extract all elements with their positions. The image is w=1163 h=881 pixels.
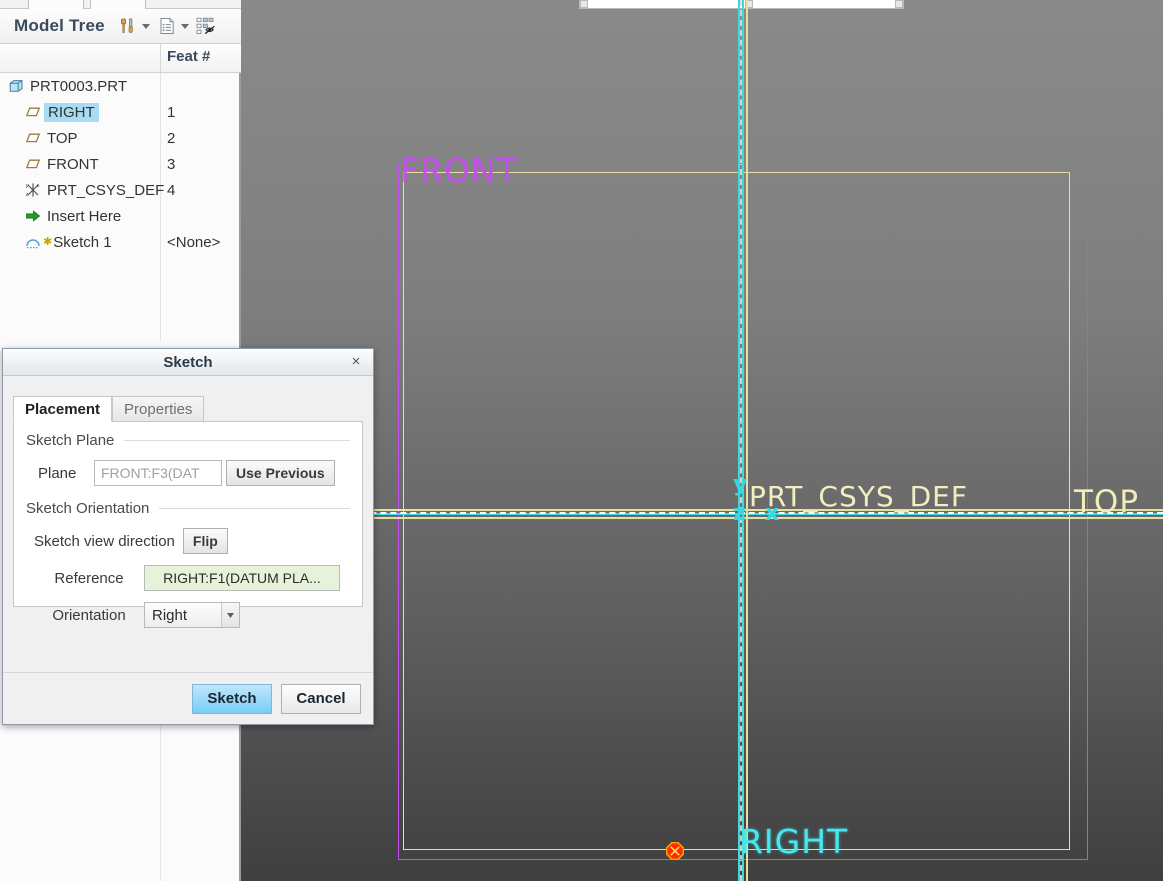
sketch-plane-group-title: Sketch Plane [26, 432, 350, 449]
panel-tab-stub-1[interactable] [28, 0, 84, 9]
tree-item-sketch1[interactable]: ✱ Sketch 1 <None> [0, 229, 241, 255]
axis-y-label: y [733, 472, 748, 497]
panel-tab-stub-2[interactable] [90, 0, 146, 9]
model-tree-title: Model Tree [14, 16, 105, 35]
tree-item-csys[interactable]: y z x PRT_CSYS_DEF 4 [0, 177, 241, 203]
tree-item-feat: 2 [167, 129, 176, 147]
tree-item-insert-here[interactable]: Insert Here [0, 203, 241, 229]
right-datum-plane-edge-a[interactable] [738, 0, 740, 881]
sketch-dialog-footer: Sketch Cancel [3, 672, 373, 724]
tab-properties[interactable]: Properties [112, 396, 205, 422]
tree-item-feat: 1 [167, 103, 176, 121]
right-plane-label[interactable]: RIGHT [740, 822, 848, 861]
tree-item-label: TOP [47, 129, 78, 147]
tree-item-feat: 3 [167, 155, 176, 173]
creo-application-window: FRONT TOP RIGHT PRT_CSYS_DEF y z x Model… [0, 0, 1163, 881]
close-icon[interactable]: × [347, 352, 365, 370]
datum-plane-icon [25, 130, 41, 146]
reference-input[interactable]: RIGHT:F1(DATUM PLA... [144, 565, 340, 591]
sketch-dialog-title: Sketch [163, 353, 213, 371]
orientation-row: Orientation Right [34, 602, 350, 628]
part-cube-icon [8, 78, 24, 94]
tree-item-label: RIGHT [44, 102, 99, 122]
sketch-orientation-group-label: Sketch Orientation [26, 500, 150, 517]
tree-item-label: PRT_CSYS_DEF [47, 181, 165, 199]
top-plane-label[interactable]: TOP [1074, 484, 1139, 520]
datum-plane-icon [25, 104, 41, 120]
tree-item-feat: <None> [167, 233, 221, 251]
cancel-button[interactable]: Cancel [281, 683, 361, 714]
column-divider[interactable] [160, 44, 161, 72]
top-plane-edge-lower [241, 517, 1163, 519]
flip-button[interactable]: Flip [182, 528, 228, 554]
display-document-list-icon[interactable] [156, 15, 178, 37]
plane-label: Plane [38, 464, 77, 482]
column-header-feat: Feat # [167, 48, 211, 65]
axis-x-label: x [765, 501, 780, 526]
panel-tab-strip [0, 0, 241, 9]
tree-item-top-plane[interactable]: TOP 2 [0, 125, 241, 151]
tree-item-label: Insert Here [47, 207, 122, 225]
group-rule [159, 508, 350, 509]
toolbar-handle-right[interactable] [895, 0, 903, 8]
plane-input[interactable]: FRONT:F3(DAT [94, 460, 222, 486]
sketch-dialog: Sketch × Placement Properties Sketch Pla… [2, 348, 374, 725]
graphics-viewport[interactable]: FRONT TOP RIGHT PRT_CSYS_DEF y z x [241, 0, 1163, 881]
tree-item-label: PRT0003.PRT [30, 77, 127, 95]
tab-placement[interactable]: Placement [13, 396, 113, 422]
model-tree-toolbar [117, 15, 217, 37]
group-rule [124, 440, 350, 441]
sketch-icon [25, 234, 41, 250]
orientation-select[interactable]: Right [144, 602, 240, 628]
reference-label: Reference [54, 569, 124, 587]
top-plane-edge-upper [241, 509, 1163, 511]
tree-item-label: Sketch 1 [53, 233, 112, 251]
display-chevron-down-icon[interactable] [180, 23, 189, 29]
top-plane-vertical-trace [746, 0, 748, 881]
sketch-orientation-group-title: Sketch Orientation [26, 500, 350, 517]
sketch-confirm-button[interactable]: Sketch [192, 683, 272, 714]
plane-row: Plane FRONT:F3(DAT Use Previous [38, 460, 350, 486]
orientation-label: Orientation [52, 606, 126, 624]
right-datum-plane-edge-b[interactable] [742, 0, 744, 881]
sketch-orientation-group: Sketch Orientation Sketch view direction… [26, 500, 350, 628]
toolbar-handle-left[interactable] [580, 0, 588, 8]
svg-text:z: z [26, 192, 29, 198]
sketch-plane-group: Sketch Plane Plane FRONT:F3(DAT Use Prev… [26, 432, 350, 486]
tree-item-label: FRONT [47, 155, 99, 173]
front-plane-label[interactable]: FRONT [400, 151, 518, 190]
reference-row: Reference RIGHT:F1(DATUM PLA... [34, 565, 350, 591]
sketch-plane-group-label: Sketch Plane [26, 432, 115, 449]
model-tree-header: Model Tree [0, 9, 241, 44]
placement-tab-panel: Sketch Plane Plane FRONT:F3(DAT Use Prev… [13, 421, 363, 628]
sketch-dialog-tabs: Placement Properties [13, 395, 373, 422]
tree-item-feat: 4 [167, 181, 176, 199]
model-tree-column-header: Feat # [0, 44, 241, 73]
horizontal-reference-axis [241, 512, 1163, 514]
tree-item-front-plane[interactable]: FRONT 3 [0, 151, 241, 177]
svg-text:y: y [26, 183, 29, 189]
chevron-down-icon[interactable] [221, 603, 239, 627]
view-direction-label: Sketch view direction [34, 532, 175, 550]
csys-label[interactable]: PRT_CSYS_DEF [749, 480, 968, 513]
settings-chevron-down-icon[interactable] [141, 23, 150, 29]
datum-plane-icon [25, 156, 41, 172]
insert-arrow-icon [25, 208, 41, 224]
orientation-value: Right [152, 606, 188, 624]
settings-hammer-screwdriver-icon[interactable] [117, 15, 139, 37]
tree-item-part[interactable]: PRT0003.PRT [0, 73, 241, 99]
spin-center-icon [666, 842, 684, 860]
use-previous-button[interactable]: Use Previous [226, 460, 335, 486]
axis-z-label: z [733, 501, 746, 526]
tree-filter-eye-icon[interactable] [195, 15, 217, 37]
tree-item-right-plane[interactable]: RIGHT 1 [0, 99, 241, 125]
csys-icon: y z x [25, 182, 41, 198]
view-direction-row: Sketch view direction Flip [34, 528, 350, 554]
sketch-new-asterisk-icon: ✱ [43, 235, 53, 248]
svg-text:x: x [37, 183, 40, 189]
sketch-dialog-titlebar[interactable]: Sketch × [3, 349, 373, 376]
